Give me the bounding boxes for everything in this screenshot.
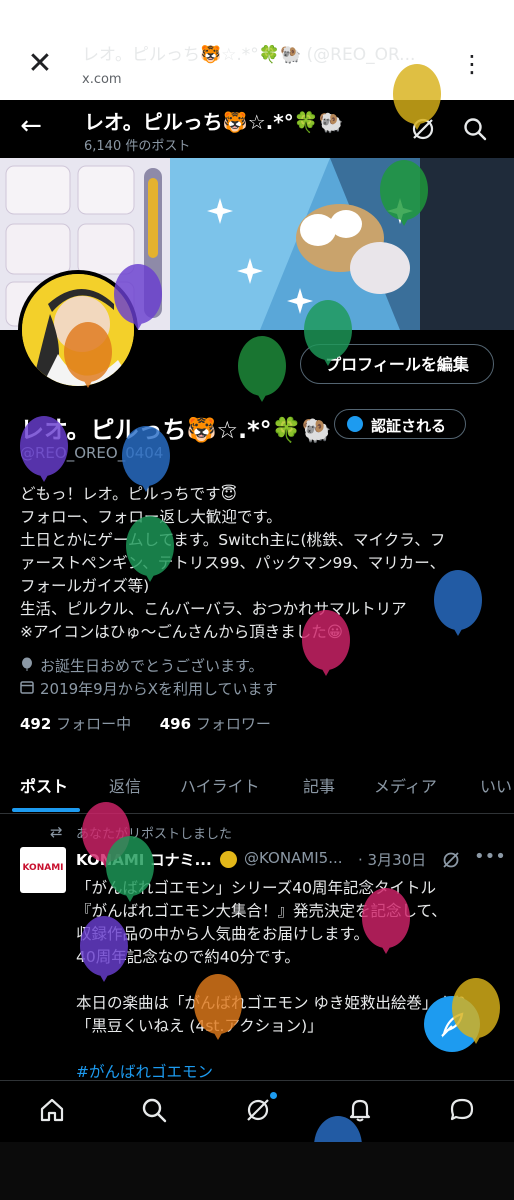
calendar-icon	[20, 681, 34, 694]
get-verified-label: 認証される	[371, 417, 447, 435]
tweet-text-line: 『がんばれゴエモン大集合！』発売決定を記念して、	[76, 902, 447, 920]
more-options-icon[interactable]: •••	[474, 846, 506, 867]
tweet-text-line: 本日の楽曲は「がんばれゴエモン ゆき姫救出絵巻」より	[76, 994, 469, 1012]
notification-dot	[270, 1092, 277, 1099]
header-post-count: 6,140 件のポスト	[84, 139, 191, 154]
joined-date-text: 2019年9月からXを利用しています	[40, 680, 278, 698]
bio-line: どもっ！レオ。ピルっちです😇	[20, 485, 237, 503]
tweet-text-line: 「がんばれゴエモン」シリーズ40周年記念タイトル	[76, 879, 436, 897]
balloon-icon	[22, 657, 32, 671]
kebab-menu-icon[interactable]: ⋮	[460, 50, 484, 80]
repost-icon: ⇄	[50, 823, 63, 841]
notifications-icon[interactable]	[346, 1096, 374, 1124]
avatar-logo-text: KONAMI	[22, 863, 64, 873]
tab-media[interactable]: メディア	[374, 773, 437, 797]
tab-replies[interactable]: 返信	[109, 773, 141, 797]
bio-line: ァーストペンギン、テトリス99、パックマン99、マリカー、	[20, 554, 446, 572]
gold-verified-icon	[220, 851, 237, 868]
tweet-date[interactable]: · 3月30日	[358, 849, 426, 870]
following-count: 492	[20, 715, 52, 733]
verified-badge-icon	[347, 416, 363, 432]
tweet-text-line: 収録作品の中から人気曲をお届けします。	[76, 925, 369, 943]
bio-line: ※アイコンはひゅ～ごんさんから頂きました😀	[20, 623, 343, 641]
close-icon[interactable]: ✕	[24, 49, 56, 82]
grok-icon[interactable]	[244, 1096, 272, 1124]
birthday-text: お誕生日おめでとうございます。	[40, 657, 264, 675]
tweet-text-line: 40周年記念なので約40分です。	[76, 948, 300, 966]
follow-stats: 492 フォロー中 496 フォロワー	[20, 713, 271, 734]
balloon-decoration	[238, 336, 286, 402]
following-link[interactable]: 492 フォロー中	[20, 715, 131, 733]
header-profile-name: レオ。ピルっち🐯☆.*°🍀🐏	[84, 110, 344, 134]
bio-line: フォロー、フォロー返し大歓迎です。	[20, 508, 282, 526]
get-verified-button[interactable]: 認証される	[334, 409, 466, 439]
search-icon[interactable]	[462, 116, 488, 142]
tweet-text-line: 「黒豆くいねえ (4st.アクション)」	[76, 1017, 323, 1035]
feather-plus-icon	[441, 1012, 464, 1038]
messages-icon[interactable]	[448, 1096, 476, 1124]
system-navigation-bar	[0, 1142, 514, 1200]
followers-label: フォロワー	[195, 715, 271, 733]
following-label: フォロー中	[56, 715, 132, 733]
followers-count: 496	[159, 715, 192, 733]
compose-post-button[interactable]	[424, 996, 480, 1052]
bio-line: フォールガイズ等)	[20, 577, 150, 595]
search-icon[interactable]	[140, 1096, 168, 1124]
followers-link[interactable]: 496 フォロワー	[160, 715, 271, 733]
repost-context: あなたがリポストしました	[76, 827, 233, 842]
tweet-author-handle: @KONAMI5...	[244, 849, 343, 867]
grok-icon[interactable]	[442, 851, 460, 869]
bio-line: 土日とかにゲームしてます。Switch主に(桃鉄、マイクラ、フ	[20, 531, 446, 549]
browser-page-title: レオ。ピルっち🐯☆.*°🍀🐏 (@REO_OR...	[82, 45, 416, 65]
browser-domain: x.com	[82, 72, 122, 87]
profile-avatar[interactable]	[18, 270, 138, 390]
back-arrow-icon[interactable]: ←	[16, 112, 46, 142]
profile-handle: @REO_OREO_0404	[20, 444, 164, 462]
tweet-author-avatar[interactable]: KONAMI	[20, 847, 66, 893]
profile-display-name: レオ。ピルっち🐯☆.*°🍀🐏	[20, 416, 332, 444]
tweet-author-name[interactable]: KONAMI コナミ...	[76, 849, 212, 870]
tab-likes[interactable]: いい	[480, 773, 512, 797]
tab-highlights[interactable]: ハイライト	[180, 773, 260, 797]
tab-posts[interactable]: ポスト	[20, 773, 68, 797]
tab-articles[interactable]: 記事	[303, 773, 335, 797]
grok-icon[interactable]	[410, 116, 436, 142]
edit-profile-button[interactable]: プロフィールを編集	[300, 344, 494, 384]
home-icon[interactable]	[38, 1096, 66, 1124]
tab-divider	[0, 813, 514, 814]
tweet-hashtag[interactable]: #がんばれゴエモン	[76, 1060, 213, 1082]
balloon-decoration	[434, 570, 482, 636]
bio-line: 生活、ピルクル、こんバーバラ、おつかれサマルトリア	[20, 600, 407, 618]
active-tab-indicator	[12, 808, 80, 812]
